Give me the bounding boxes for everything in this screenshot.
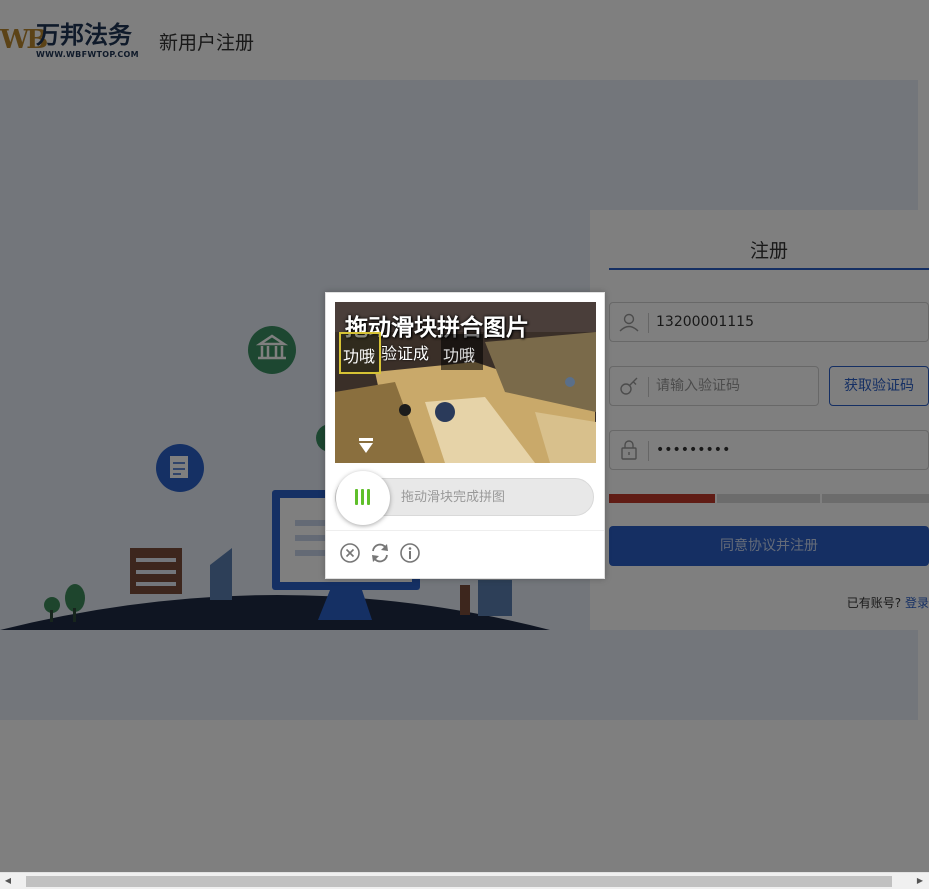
puzzle-hole: 功哦	[441, 334, 483, 370]
slider-hint: 拖动滑块完成拼图	[401, 490, 506, 505]
slider-captcha-dialog: 拖动滑块拼合图片 验证成 功哦 功哦 拖动滑块完成拼图	[325, 292, 605, 579]
scroll-left-icon[interactable]: ◀	[3, 876, 13, 886]
slider-track[interactable]: 拖动滑块完成拼图	[335, 471, 594, 525]
close-icon[interactable]	[339, 542, 361, 564]
slider-handle[interactable]	[336, 471, 390, 525]
puzzle-piece[interactable]: 功哦	[339, 332, 381, 374]
scrollbar-thumb[interactable]	[26, 876, 892, 887]
horizontal-scrollbar[interactable]: ◀ ▶	[0, 872, 929, 889]
scroll-right-icon[interactable]: ▶	[915, 876, 925, 886]
info-icon[interactable]	[399, 542, 421, 564]
grip-line	[367, 489, 370, 505]
grip-line	[355, 489, 358, 505]
puzzle-hole-text: 功哦	[443, 346, 476, 365]
puzzle-piece-text: 功哦	[343, 347, 376, 366]
captcha-image: 拖动滑块拼合图片 验证成 功哦 功哦	[335, 302, 596, 463]
captcha-divider	[326, 530, 604, 531]
captcha-image-subtitle: 验证成	[381, 344, 430, 363]
refresh-icon[interactable]	[369, 542, 391, 564]
grip-line	[361, 489, 364, 505]
down-arrow-icon	[359, 438, 373, 453]
